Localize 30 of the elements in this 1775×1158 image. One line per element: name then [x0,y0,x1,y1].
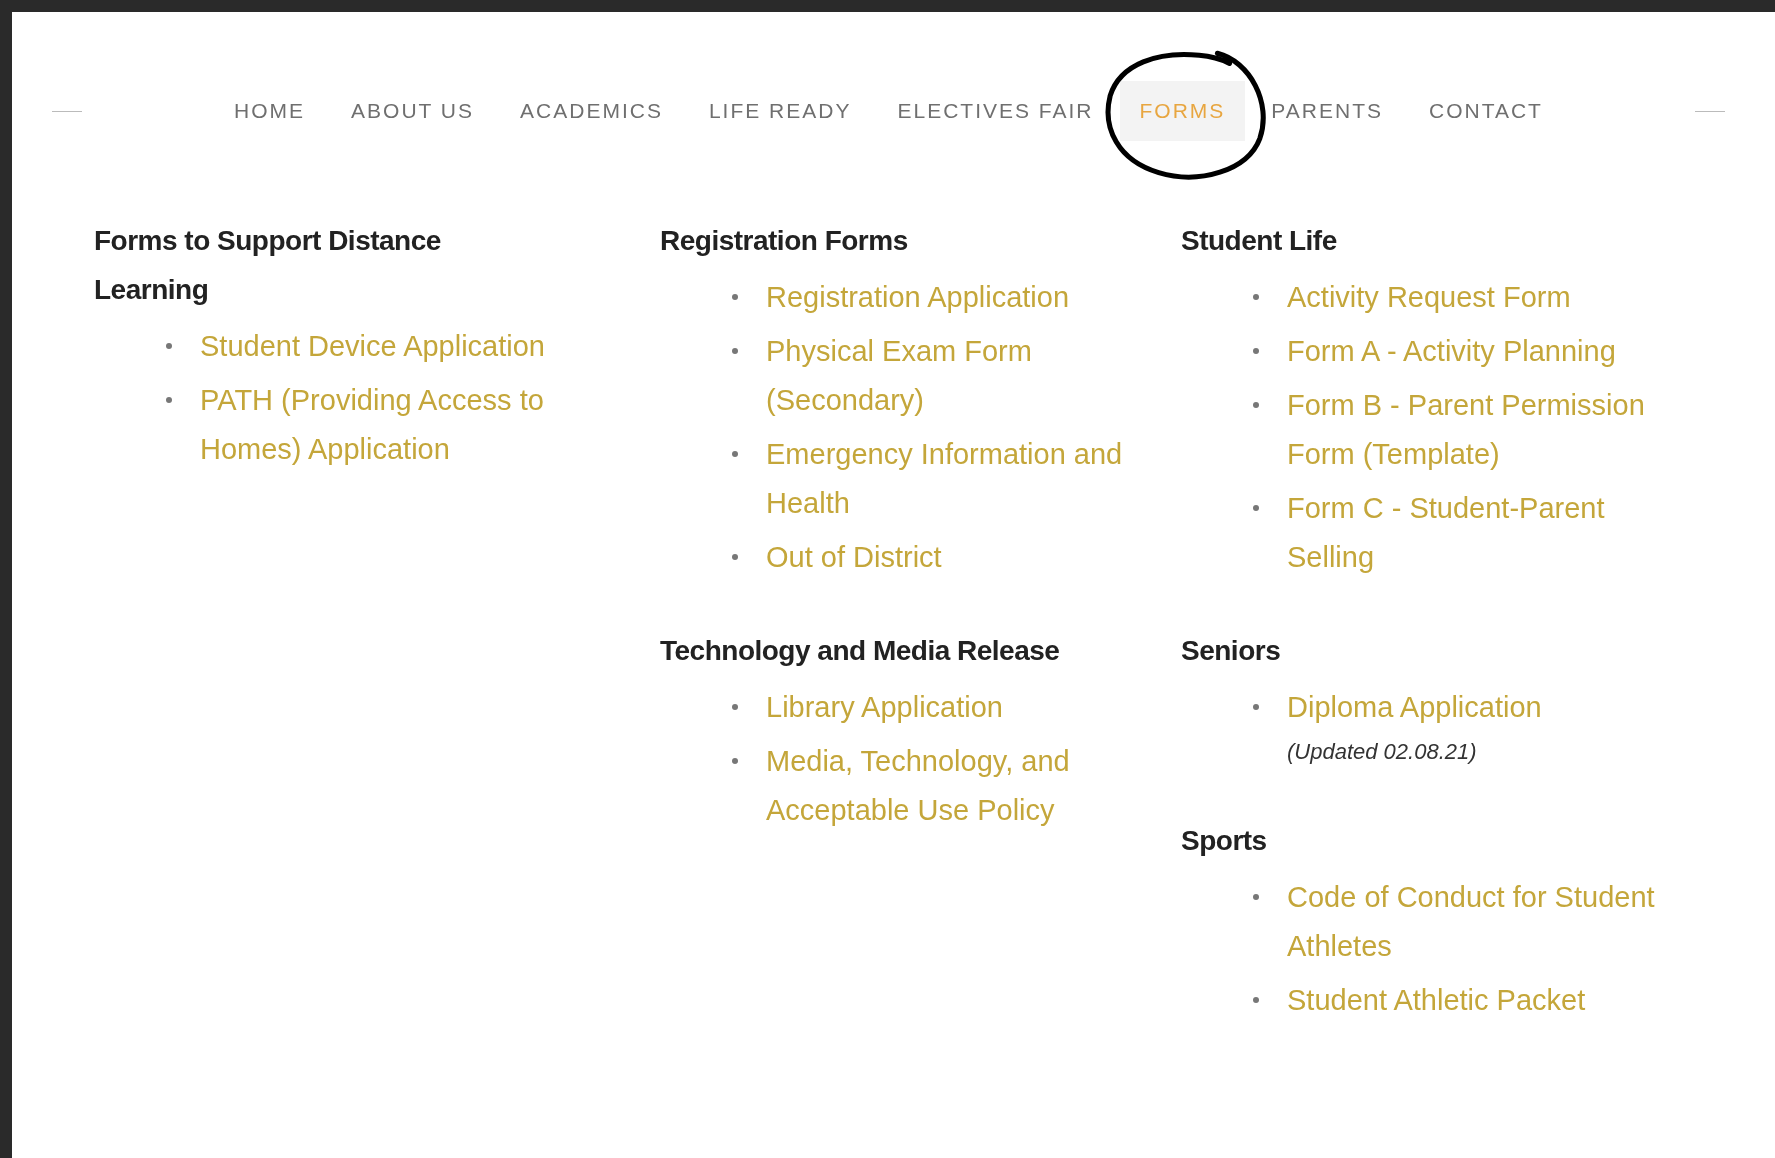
nav-link[interactable]: CONTACT [1409,81,1563,141]
form-link[interactable]: Library Application [766,683,1003,732]
form-link[interactable]: Emergency Information and Health [766,430,1131,528]
update-note: (Updated 02.08.21) [1287,738,1478,766]
form-link[interactable]: Form B - Parent Permission Form (Template) [1287,381,1672,479]
section-heading: Seniors [1181,634,1282,668]
form-link[interactable]: Student Device Application [200,322,545,371]
nav-link[interactable]: LIFE READY [688,81,872,141]
section-heading: Registration Forms [660,224,909,258]
nav-link[interactable]: ACADEMICS [500,81,683,141]
form-link[interactable]: Media, Technology, and Acceptable Use Policy [766,737,1131,835]
nav-link[interactable]: ABOUT US [331,81,495,141]
section-heading: Student Life [1181,224,1338,258]
section-heading: Technology and Media Release [660,634,1061,668]
form-link[interactable]: Form A - Activity Planning [1287,327,1616,376]
nav-link[interactable]: HOME [214,81,326,141]
form-link[interactable]: Form C - Student-Parent Selling [1287,484,1672,582]
form-link[interactable]: Physical Exam Form (Secondary) [766,327,1131,425]
nav-link[interactable]: PARENTS [1251,81,1403,141]
form-link[interactable]: Activity Request Form [1287,273,1571,322]
form-link[interactable]: Diploma Application [1287,683,1542,732]
section-heading: Forms to Support Distance Learning [94,224,442,307]
form-link[interactable]: Code of Conduct for Student Athletes [1287,873,1672,971]
section-heading: Sports [1181,824,1268,858]
form-link[interactable]: Out of District [766,533,942,582]
form-link[interactable]: PATH (Providing Access to Homes) Application [200,376,610,474]
nav-link[interactable]: ELECTIVES FAIR [877,81,1114,141]
form-link[interactable]: Registration Application [766,273,1070,322]
form-link[interactable]: Student Athletic Packet [1287,976,1586,1025]
nav-link[interactable]: FORMS [1119,81,1246,141]
